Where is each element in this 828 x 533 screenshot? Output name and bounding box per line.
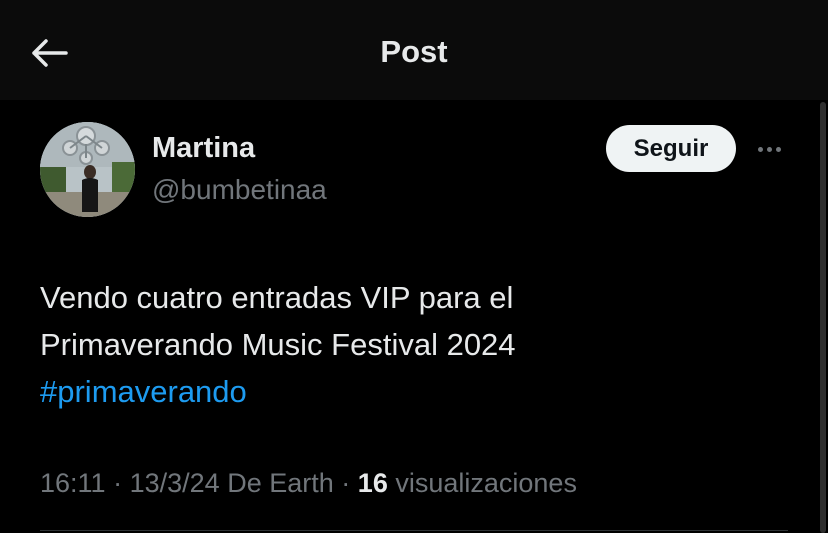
meta-separator: · xyxy=(113,468,123,498)
author-handle[interactable]: @bumbetinaa xyxy=(152,174,327,206)
post-text-line-1: Vendo cuatro entradas VIP para el xyxy=(40,280,514,315)
meta-separator: · xyxy=(341,468,351,498)
post-text-line-2: Primaverando Music Festival 2024 xyxy=(40,327,516,362)
views-label[interactable]: visualizaciones xyxy=(395,468,577,498)
more-horizontal-icon xyxy=(775,146,781,152)
post-source: De Earth xyxy=(227,468,334,498)
avatar-photo xyxy=(40,122,135,217)
hashtag-link[interactable]: #primaverando xyxy=(40,368,247,415)
follow-button[interactable]: Seguir xyxy=(606,125,736,172)
more-horizontal-icon xyxy=(757,146,763,152)
more-horizontal-icon xyxy=(766,146,772,152)
post-date[interactable]: 13/3/24 xyxy=(130,468,220,498)
post-metadata: 16:11 · 13/3/24 De Earth · 16 visualizac… xyxy=(40,468,577,499)
more-options-button[interactable] xyxy=(752,136,786,162)
views-count[interactable]: 16 xyxy=(358,468,388,498)
top-app-bar: Post xyxy=(0,0,828,100)
post-text: Vendo cuatro entradas VIP para el Primav… xyxy=(40,274,800,415)
page-title: Post xyxy=(380,34,448,69)
post-time[interactable]: 16:11 xyxy=(40,468,106,498)
divider xyxy=(40,530,788,531)
scrollbar[interactable] xyxy=(820,102,826,533)
avatar[interactable] xyxy=(40,122,135,217)
author-name[interactable]: Martina xyxy=(152,132,255,165)
